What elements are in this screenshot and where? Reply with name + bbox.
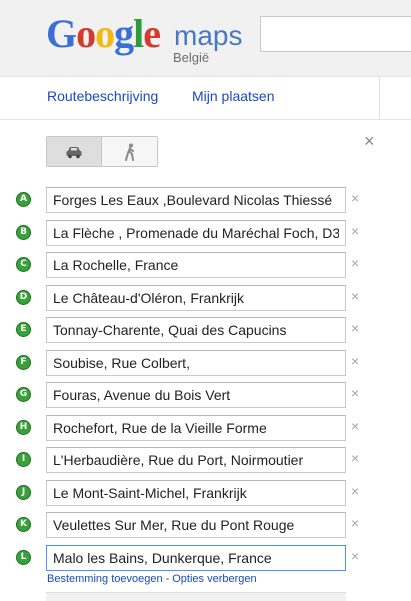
waypoint-marker-icon[interactable]: L — [16, 549, 31, 565]
waypoint-row: C× — [0, 252, 411, 278]
waypoint-input[interactable] — [46, 414, 346, 441]
remove-waypoint-icon[interactable]: × — [351, 548, 359, 564]
waypoint-row: J× — [0, 479, 411, 506]
remove-waypoint-icon[interactable]: × — [351, 223, 359, 239]
logo-letter: l — [133, 11, 144, 56]
logo-letter: G — [46, 11, 77, 56]
waypoint-input[interactable] — [46, 349, 346, 376]
waypoint-input[interactable] — [46, 187, 346, 213]
waypoint-row: B× — [0, 219, 411, 246]
waypoint-input[interactable] — [46, 252, 346, 278]
waypoint-row: F× — [0, 349, 411, 376]
walk-icon — [124, 143, 134, 161]
logo-letter: e — [143, 11, 161, 56]
country-label: België — [173, 50, 210, 65]
remove-waypoint-icon[interactable]: × — [351, 320, 359, 336]
remove-waypoint-icon[interactable]: × — [351, 450, 359, 466]
waypoint-marker-icon[interactable]: K — [16, 517, 31, 532]
remove-waypoint-icon[interactable]: × — [351, 353, 359, 369]
waypoint-row: I× — [0, 447, 411, 473]
waypoint-input[interactable] — [46, 479, 346, 506]
remove-waypoint-icon[interactable]: × — [351, 483, 359, 499]
waypoint-input[interactable] — [46, 544, 346, 571]
remove-waypoint-icon[interactable]: × — [351, 418, 359, 434]
nav-bar: Routebeschrijving Mijn plaatsen — [0, 77, 411, 120]
remove-waypoint-icon[interactable]: × — [351, 190, 359, 206]
waypoint-row: H× — [0, 414, 411, 441]
waypoint-row: A× — [0, 187, 411, 213]
waypoint-input[interactable] — [46, 512, 346, 538]
car-icon — [66, 146, 82, 158]
waypoint-row: D× — [0, 284, 411, 311]
add-destination-link[interactable]: Bestemming toevoegen — [47, 573, 163, 585]
hide-options-link[interactable]: Opties verbergen — [172, 573, 256, 585]
waypoint-row: E× — [0, 317, 411, 343]
nav-divider — [379, 77, 380, 119]
maps-wordmark: maps — [174, 20, 243, 51]
waypoint-marker-icon[interactable]: J — [16, 484, 31, 500]
waypoint-marker-icon[interactable]: A — [16, 192, 31, 207]
bottom-links: Bestemming toevoegen - Opties verbergen — [47, 573, 257, 585]
waypoint-input[interactable] — [46, 317, 346, 343]
my-places-link[interactable]: Mijn plaatsen — [192, 88, 275, 104]
waypoint-input[interactable] — [46, 284, 346, 311]
waypoint-marker-icon[interactable]: H — [16, 419, 31, 435]
mode-walk-button[interactable] — [102, 137, 157, 166]
waypoint-input[interactable] — [46, 447, 346, 473]
waypoint-marker-icon[interactable]: C — [16, 257, 31, 272]
waypoint-marker-icon[interactable]: D — [16, 289, 31, 305]
remove-waypoint-icon[interactable]: × — [351, 385, 359, 401]
waypoint-marker-icon[interactable]: G — [16, 387, 31, 402]
header: Google maps België — [0, 0, 411, 77]
waypoint-marker-icon[interactable]: E — [16, 322, 31, 337]
link-separator: - — [165, 573, 170, 585]
logo-letter: g — [114, 11, 134, 56]
directions-link[interactable]: Routebeschrijving — [47, 88, 158, 104]
close-panel-icon[interactable]: × — [364, 131, 375, 152]
waypoint-marker-icon[interactable]: F — [16, 354, 31, 370]
logo-letter: o — [76, 11, 96, 56]
google-wordmark: Google — [46, 10, 161, 58]
waypoint-row: G× — [0, 382, 411, 408]
travel-mode-toggle — [46, 136, 158, 167]
waypoint-row: L× — [0, 544, 411, 571]
remove-waypoint-icon[interactable]: × — [351, 515, 359, 531]
logo-letter: o — [95, 11, 115, 56]
waypoint-input[interactable] — [46, 382, 346, 408]
remove-waypoint-icon[interactable]: × — [351, 255, 359, 271]
waypoint-input[interactable] — [46, 219, 346, 246]
waypoint-marker-icon[interactable]: B — [16, 224, 31, 240]
search-input[interactable] — [260, 16, 411, 52]
waypoint-marker-icon[interactable]: I — [16, 452, 31, 467]
waypoint-row: K× — [0, 512, 411, 538]
remove-waypoint-icon[interactable]: × — [351, 288, 359, 304]
mode-car-button[interactable] — [47, 137, 102, 166]
